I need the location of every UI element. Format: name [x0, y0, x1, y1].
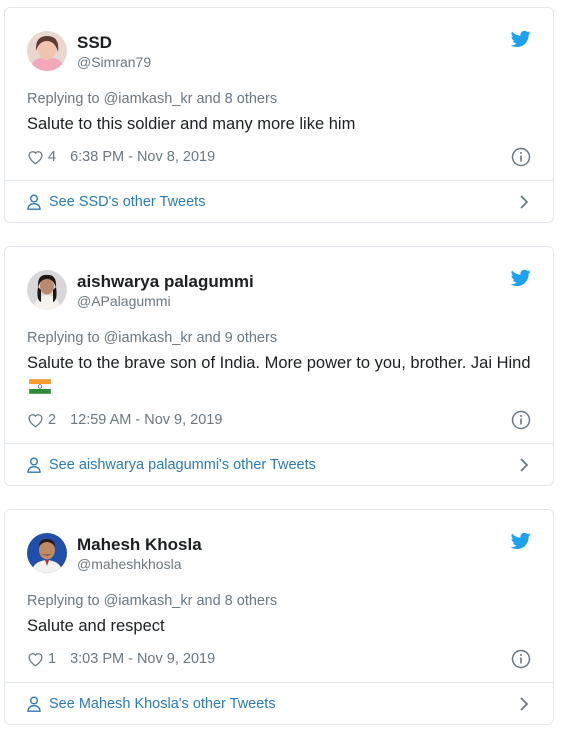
tweet-text: Salute to the brave son of India. More p…: [27, 351, 531, 399]
tweet-meta: 4 6:38 PM - Nov 8, 2019: [27, 146, 531, 168]
author-handle[interactable]: @APalagummi: [77, 292, 254, 310]
avatar[interactable]: [27, 270, 67, 310]
see-other-tweets-link[interactable]: See SSD's other Tweets: [5, 180, 553, 222]
see-other-tweets-label[interactable]: See aishwarya palagummi's other Tweets: [49, 457, 316, 473]
tweet-meta: 1 3:03 PM - Nov 9, 2019: [27, 648, 531, 670]
like-count[interactable]: 2: [48, 412, 56, 428]
heart-icon[interactable]: [27, 149, 44, 165]
replying-to[interactable]: Replying to @iamkash_kr and 9 others: [27, 329, 531, 347]
twitter-bird-icon[interactable]: [511, 532, 531, 550]
tweet-card[interactable]: SSD @Simran79 Replying to @iamkash_kr an…: [4, 7, 554, 223]
like-count[interactable]: 1: [48, 651, 56, 667]
author-name[interactable]: aishwarya palagummi: [77, 271, 254, 292]
avatar[interactable]: [27, 533, 67, 573]
tweet-text-body: Salute to this soldier and many more lik…: [27, 115, 356, 133]
timestamp[interactable]: 3:03 PM - Nov 9, 2019: [70, 651, 215, 667]
chevron-right-icon[interactable]: [519, 696, 529, 712]
timestamp[interactable]: 12:59 AM - Nov 9, 2019: [70, 412, 222, 428]
chevron-right-icon[interactable]: [519, 194, 529, 210]
avatar[interactable]: [27, 31, 67, 71]
twitter-bird-icon[interactable]: [511, 30, 531, 48]
person-icon: [27, 457, 41, 473]
see-other-tweets-link[interactable]: See aishwarya palagummi's other Tweets: [5, 443, 553, 485]
tweet-text-body: Salute and respect: [27, 617, 165, 635]
tweet-author[interactable]: SSD @Simran79: [27, 28, 531, 74]
author-name[interactable]: SSD: [77, 32, 151, 53]
tweet-author[interactable]: aishwarya palagummi @APalagummi: [27, 267, 531, 313]
see-other-tweets-label[interactable]: See Mahesh Khosla's other Tweets: [49, 696, 276, 712]
tweet-card[interactable]: Mahesh Khosla @maheshkhosla Replying to …: [4, 509, 554, 725]
person-icon: [27, 696, 41, 712]
info-icon[interactable]: [511, 147, 531, 167]
india-flag-icon: [29, 379, 51, 394]
tweet-meta: 2 12:59 AM - Nov 9, 2019: [27, 409, 531, 431]
twitter-bird-icon[interactable]: [511, 269, 531, 287]
chevron-right-icon[interactable]: [519, 457, 529, 473]
replying-to[interactable]: Replying to @iamkash_kr and 8 others: [27, 90, 531, 108]
see-other-tweets-link[interactable]: See Mahesh Khosla's other Tweets: [5, 682, 553, 724]
timestamp[interactable]: 6:38 PM - Nov 8, 2019: [70, 149, 215, 165]
tweet-text: Salute to this soldier and many more lik…: [27, 112, 531, 136]
person-icon: [27, 194, 41, 210]
heart-icon[interactable]: [27, 412, 44, 428]
info-icon[interactable]: [511, 649, 531, 669]
author-handle[interactable]: @maheshkhosla: [77, 555, 202, 573]
heart-icon[interactable]: [27, 651, 44, 667]
tweet-text: Salute and respect: [27, 614, 531, 638]
replying-to[interactable]: Replying to @iamkash_kr and 8 others: [27, 592, 531, 610]
tweet-card[interactable]: aishwarya palagummi @APalagummi Replying…: [4, 246, 554, 486]
author-handle[interactable]: @Simran79: [77, 53, 151, 71]
author-name[interactable]: Mahesh Khosla: [77, 534, 202, 555]
see-other-tweets-label[interactable]: See SSD's other Tweets: [49, 194, 205, 210]
like-count[interactable]: 4: [48, 149, 56, 165]
tweet-text-body: Salute to the brave son of India. More p…: [27, 354, 531, 372]
info-icon[interactable]: [511, 410, 531, 430]
tweet-author[interactable]: Mahesh Khosla @maheshkhosla: [27, 530, 531, 576]
